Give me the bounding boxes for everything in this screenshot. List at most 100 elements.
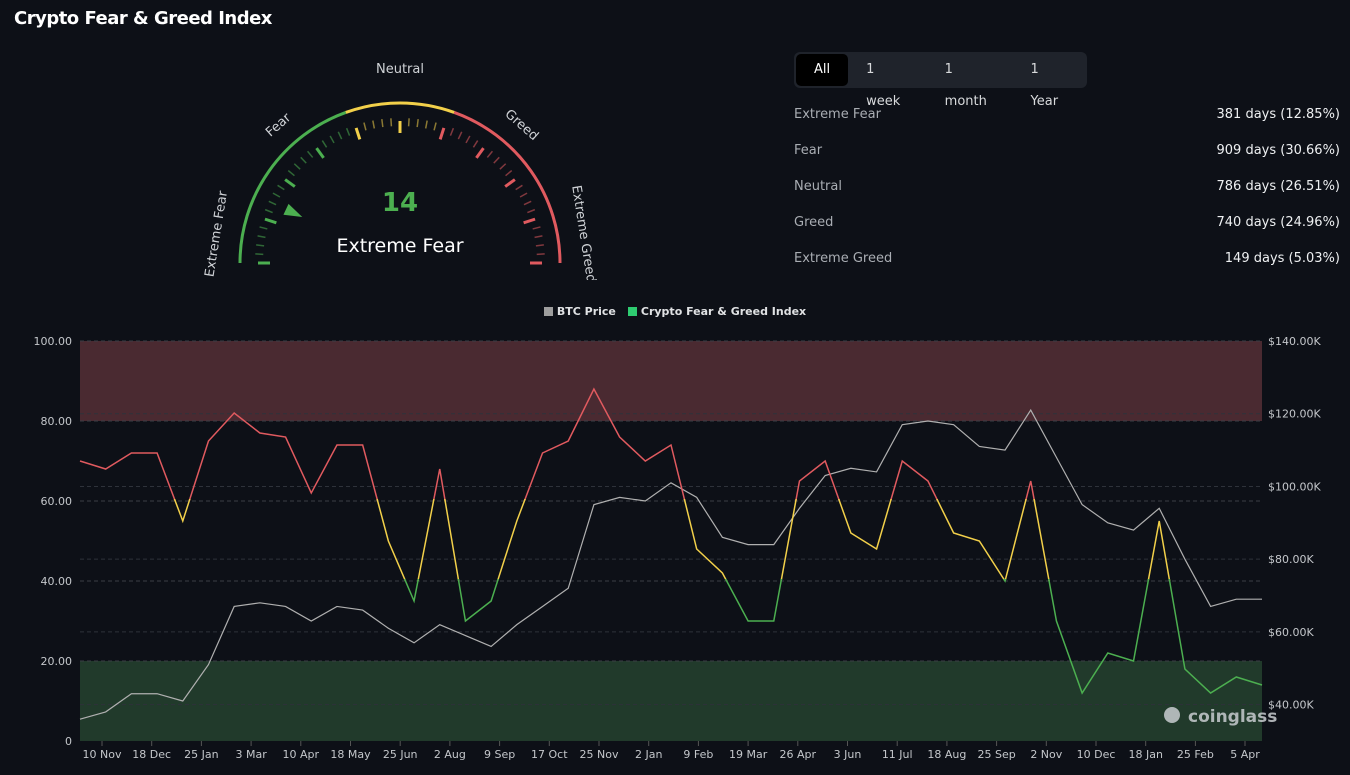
gauge-tick (315, 147, 325, 159)
gauge-tick (264, 208, 273, 214)
stat-label: Neutral (794, 178, 842, 194)
gauge-tick (268, 200, 277, 206)
stat-label: Fear (794, 142, 823, 158)
y-right-tick-label: $120.00K (1268, 408, 1321, 421)
tab-1-month[interactable]: 1 month (927, 54, 1013, 109)
gauge-tick (284, 178, 296, 188)
fear-greed-index-line (173, 499, 1171, 581)
x-tick-label: 25 Feb (1177, 748, 1214, 761)
gauge-tick (536, 253, 545, 256)
gauge-tick (306, 150, 314, 158)
gauge-needle-icon (283, 203, 303, 218)
x-tick-label: 11 Jul (882, 748, 913, 761)
y-right-tick-label: $140.00K (1268, 335, 1321, 348)
gauge-tick (321, 140, 328, 148)
gauge-tick (523, 217, 536, 225)
coinglass-watermark: coinglass (1188, 707, 1277, 727)
fear-greed-index-line (403, 579, 1263, 695)
stat-value: 381 days (12.85%) (1216, 106, 1340, 122)
gauge-tick (505, 169, 513, 177)
gauge-tick (300, 156, 307, 164)
gauge-zone-label: Greed (502, 107, 541, 144)
gauge-tick (493, 156, 500, 164)
x-tick-label: 9 Feb (683, 748, 713, 761)
x-tick-label: 25 Jun (383, 748, 418, 761)
gauge-tick (416, 119, 419, 128)
y-right-tick-label: $100.00K (1268, 480, 1321, 493)
stat-label: Greed (794, 214, 834, 230)
gauge-tick (390, 118, 393, 127)
chart-legend: BTC Price Crypto Fear & Greed Index (0, 305, 1350, 318)
x-tick-label: 3 Jun (834, 748, 862, 761)
gauge-tick (532, 226, 541, 230)
x-tick-label: 19 Mar (729, 748, 768, 761)
x-tick-label: 25 Jan (184, 748, 218, 761)
gauge-tick (363, 122, 367, 131)
stat-label: Extreme Greed (794, 250, 893, 266)
x-tick-label: 2 Aug (434, 748, 466, 761)
gauge-arc-segment (238, 111, 347, 264)
gauge-tick (504, 178, 516, 188)
y-right-tick-label: $60.00K (1268, 626, 1314, 639)
gauge-tick (272, 192, 281, 198)
legend-swatch (627, 307, 637, 316)
chart-band (80, 661, 1262, 741)
gauge-tick (515, 184, 523, 191)
page-title: Crypto Fear & Greed Index (14, 8, 272, 29)
gauge-tick (354, 127, 362, 140)
gauge-tick (345, 127, 351, 136)
legend-btc-price[interactable]: BTC Price (543, 305, 616, 318)
legend-label: Crypto Fear & Greed Index (640, 305, 807, 318)
y-left-tick-label: 80.00 (41, 415, 73, 428)
fear-greed-index-line (79, 387, 1036, 501)
x-tick-label: 25 Nov (580, 748, 619, 761)
x-tick-label: 9 Sep (484, 748, 515, 761)
x-tick-label: 2 Nov (1030, 748, 1062, 761)
x-tick-label: 10 Apr (283, 748, 320, 761)
x-tick-label: 2 Jan (635, 748, 662, 761)
gauge-tick (449, 127, 455, 136)
x-tick-label: 10 Nov (83, 748, 122, 761)
gauge-tick (472, 140, 479, 148)
gauge-tick (438, 127, 446, 140)
tab-1-week[interactable]: 1 week (848, 54, 927, 109)
x-tick-label: 10 Dec (1077, 748, 1116, 761)
gauge-tick (257, 235, 266, 239)
gauge-arc-segment (345, 101, 455, 114)
stat-value: 909 days (30.66%) (1216, 142, 1340, 158)
range-tabs: All 1 week 1 month 1 Year (794, 52, 1087, 109)
coinglass-logo-icon (1164, 707, 1180, 723)
legend-swatch (543, 307, 553, 316)
fear-greed-chart: 020.0040.0060.0080.00100.00$40.00K$60.00… (34, 335, 1322, 761)
gauge-tick (535, 244, 544, 247)
y-left-tick-label: 20.00 (41, 655, 73, 668)
gauge-tick (264, 217, 277, 225)
tab-all[interactable]: All (796, 54, 849, 86)
gauge-tick (465, 135, 471, 144)
legend-fear-greed-index[interactable]: Crypto Fear & Greed Index (627, 305, 807, 318)
x-tick-label: 18 Jan (1128, 748, 1162, 761)
gauge-tick (329, 135, 335, 144)
stat-greed: Greed 740 days (24.96%) (794, 204, 1340, 240)
gauge-tick (259, 226, 268, 230)
gauge-tick (407, 118, 410, 127)
gauge-value: 14 (382, 188, 418, 218)
legend-label: BTC Price (556, 305, 616, 318)
tab-1-year[interactable]: 1 Year (1013, 54, 1085, 109)
x-tick-label: 3 Mar (235, 748, 267, 761)
gauge-tick (381, 119, 384, 128)
gauge-tick (475, 147, 485, 159)
gauge-tick (457, 131, 463, 140)
gauge-arc-segment (453, 111, 562, 264)
gauge-tick (534, 235, 543, 239)
stat-extreme-greed: Extreme Greed 149 days (5.03%) (794, 240, 1340, 276)
x-tick-label: 18 Dec (132, 748, 171, 761)
y-left-tick-label: 60.00 (41, 495, 73, 508)
gauge-zone-label: Neutral (376, 62, 424, 77)
stat-neutral: Neutral 786 days (26.51%) (794, 168, 1340, 204)
stat-value: 740 days (24.96%) (1216, 214, 1340, 230)
stat-extreme-fear: Extreme Fear 381 days (12.85%) (794, 96, 1340, 132)
stat-label: Extreme Fear (794, 106, 881, 122)
stats-list: Extreme Fear 381 days (12.85%) Fear 909 da… (794, 96, 1340, 276)
gauge-tick (486, 150, 494, 158)
